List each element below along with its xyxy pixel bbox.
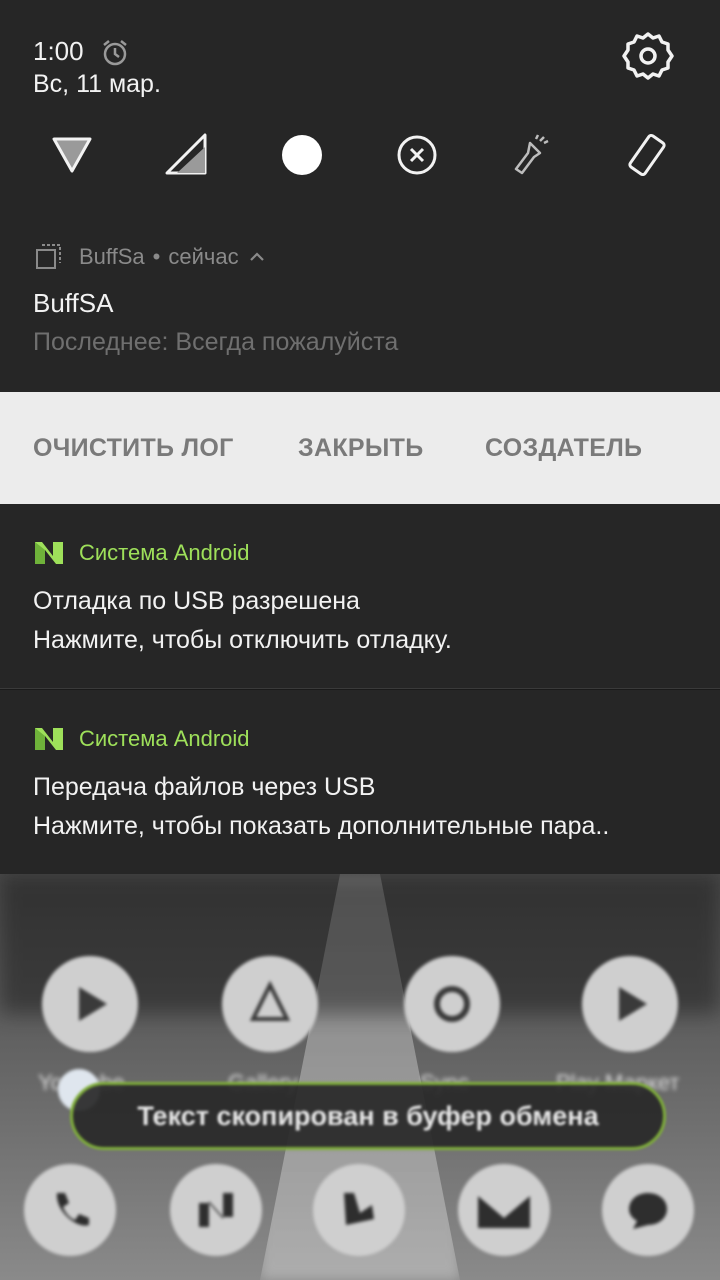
clock-time: 1:00 xyxy=(33,36,84,66)
tile-auto-rotate[interactable] xyxy=(617,125,677,185)
tile-flashlight[interactable] xyxy=(502,125,562,185)
quick-settings-panel: 1:00 Вс, 11 мар. xyxy=(0,0,720,212)
settings-gear-icon[interactable] xyxy=(622,30,674,82)
notification-header: Система Android xyxy=(33,538,250,568)
cellular-signal-icon xyxy=(165,133,207,175)
android-n-icon xyxy=(35,728,63,750)
usb-file-transfer-notification[interactable]: Система Android Передача файлов через US… xyxy=(0,690,720,874)
date-label: Вс, 11 мар. xyxy=(33,70,161,98)
tile-data-saver[interactable] xyxy=(387,125,447,185)
notification-text: Последнее: Всегда пожалуйста xyxy=(33,328,399,356)
notification-actions: ОЧИСТИТЬ ЛОГ ЗАКРЫТЬ СОЗДАТЕЛЬ xyxy=(0,392,720,504)
chevron-up-icon[interactable] xyxy=(249,249,265,265)
close-button[interactable]: ЗАКРЫТЬ xyxy=(298,434,423,463)
gallery-app-icon[interactable] xyxy=(222,956,318,1052)
notification-text: Нажмите, чтобы показать дополнительные п… xyxy=(33,812,610,840)
clear-log-button[interactable]: ОЧИСТИТЬ ЛОГ xyxy=(33,434,234,463)
browser-app-icon[interactable] xyxy=(313,1164,405,1256)
tile-wifi[interactable] xyxy=(42,125,102,185)
quick-tiles-row xyxy=(0,125,720,185)
dialer-app-icon[interactable] xyxy=(170,1164,262,1256)
phone-app-icon[interactable] xyxy=(24,1164,116,1256)
do-not-disturb-icon xyxy=(282,135,322,175)
email-app-icon[interactable] xyxy=(458,1164,550,1256)
youtube-app-icon[interactable] xyxy=(42,956,138,1052)
auto-rotate-icon xyxy=(628,133,666,177)
data-saver-icon xyxy=(397,135,437,175)
flashlight-icon xyxy=(514,134,549,175)
wifi-icon xyxy=(52,137,92,173)
notification-text: Нажмите, чтобы отключить отладку. xyxy=(33,626,452,654)
buffsa-notification[interactable]: BuffSa • сейчас BuffSA Последнее: Всегда… xyxy=(0,212,720,392)
app-screenshot-icon xyxy=(36,244,61,269)
alarm-icon xyxy=(103,40,127,66)
separator-dot: • xyxy=(152,244,161,269)
notification-time: сейчас xyxy=(168,244,239,269)
play-market-app-icon[interactable] xyxy=(582,956,678,1052)
tile-cellular[interactable] xyxy=(157,125,217,185)
messages-app-icon[interactable] xyxy=(602,1164,694,1256)
usb-debugging-notification[interactable]: Система Android Отладка по USB разрешена… xyxy=(0,504,720,689)
notification-title: BuffSA xyxy=(33,288,114,318)
app-name: Система Android xyxy=(79,726,250,751)
creator-button[interactable]: СОЗДАТЕЛЬ xyxy=(485,434,642,463)
notification-title: Отладка по USB разрешена xyxy=(33,587,360,615)
app-name: Система Android xyxy=(79,540,250,565)
app-name: BuffSa xyxy=(79,244,145,269)
notification-title: Передача файлов через USB xyxy=(33,773,376,801)
home-screen-background: YouTube Gallery Sync Play Маркет Текст с… xyxy=(0,874,720,1280)
tile-do-not-disturb[interactable] xyxy=(272,125,332,185)
toast-message: Текст скопирован в буфер обмена xyxy=(70,1082,666,1150)
sync-app-icon[interactable] xyxy=(404,956,500,1052)
notification-header: BuffSa • сейчас xyxy=(33,242,265,272)
notification-header: Система Android xyxy=(33,724,250,754)
android-n-icon xyxy=(35,542,63,564)
